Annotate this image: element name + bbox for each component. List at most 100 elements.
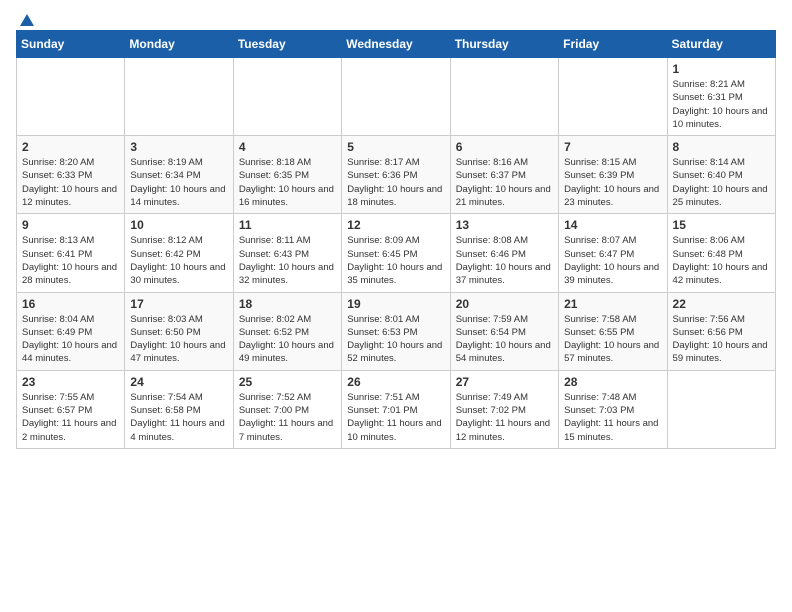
calendar-cell: 26 Sunrise: 7:51 AM Sunset: 7:01 PM Dayli…: [342, 370, 450, 448]
calendar-cell: 20 Sunrise: 7:59 AM Sunset: 6:54 PM Dayli…: [450, 292, 558, 370]
weekday-header-saturday: Saturday: [667, 31, 775, 58]
calendar-cell: 28 Sunrise: 7:48 AM Sunset: 7:03 PM Dayli…: [559, 370, 667, 448]
day-info: Sunrise: 7:55 AM Sunset: 6:57 PM Dayligh…: [22, 391, 119, 444]
logo: [16, 16, 36, 22]
calendar-cell: 25 Sunrise: 7:52 AM Sunset: 7:00 PM Dayli…: [233, 370, 341, 448]
calendar-table: SundayMondayTuesdayWednesdayThursdayFrid…: [16, 30, 776, 449]
weekday-header-thursday: Thursday: [450, 31, 558, 58]
day-number: 2: [22, 140, 119, 154]
day-info: Sunrise: 8:03 AM Sunset: 6:50 PM Dayligh…: [130, 313, 227, 366]
calendar-cell: [17, 58, 125, 136]
day-number: 1: [673, 62, 770, 76]
calendar-cell: 14 Sunrise: 8:07 AM Sunset: 6:47 PM Dayli…: [559, 214, 667, 292]
calendar-cell: 7 Sunrise: 8:15 AM Sunset: 6:39 PM Daylig…: [559, 136, 667, 214]
day-info: Sunrise: 8:20 AM Sunset: 6:33 PM Dayligh…: [22, 156, 119, 209]
calendar-cell: 5 Sunrise: 8:17 AM Sunset: 6:36 PM Daylig…: [342, 136, 450, 214]
day-number: 4: [239, 140, 336, 154]
calendar-cell: [559, 58, 667, 136]
calendar-cell: 17 Sunrise: 8:03 AM Sunset: 6:50 PM Dayli…: [125, 292, 233, 370]
calendar-cell: 9 Sunrise: 8:13 AM Sunset: 6:41 PM Daylig…: [17, 214, 125, 292]
day-number: 24: [130, 375, 227, 389]
calendar-cell: 10Sunrise: 8:12 AM Sunset: 6:42 PM Dayli…: [125, 214, 233, 292]
day-info: Sunrise: 8:09 AM Sunset: 6:45 PM Dayligh…: [347, 234, 444, 287]
day-info: Sunrise: 8:21 AM Sunset: 6:31 PM Dayligh…: [673, 78, 770, 131]
calendar-cell: 3 Sunrise: 8:19 AM Sunset: 6:34 PM Daylig…: [125, 136, 233, 214]
calendar-cell: 23 Sunrise: 7:55 AM Sunset: 6:57 PM Dayli…: [17, 370, 125, 448]
day-number: 9: [22, 218, 119, 232]
calendar-cell: 21 Sunrise: 7:58 AM Sunset: 6:55 PM Dayli…: [559, 292, 667, 370]
calendar-cell: 18 Sunrise: 8:02 AM Sunset: 6:52 PM Dayli…: [233, 292, 341, 370]
day-number: 28: [564, 375, 661, 389]
day-info: Sunrise: 8:01 AM Sunset: 6:53 PM Dayligh…: [347, 313, 444, 366]
calendar-cell: [342, 58, 450, 136]
day-info: Sunrise: 8:04 AM Sunset: 6:49 PM Dayligh…: [22, 313, 119, 366]
day-number: 15: [673, 218, 770, 232]
weekday-header-tuesday: Tuesday: [233, 31, 341, 58]
day-info: Sunrise: 7:48 AM Sunset: 7:03 PM Dayligh…: [564, 391, 661, 444]
day-number: 11: [239, 218, 336, 232]
day-number: 8: [673, 140, 770, 154]
day-info: Sunrise: 8:14 AM Sunset: 6:40 PM Dayligh…: [673, 156, 770, 209]
day-number: 23: [22, 375, 119, 389]
calendar-cell: 24 Sunrise: 7:54 AM Sunset: 6:58 PM Dayli…: [125, 370, 233, 448]
day-number: 16: [22, 297, 119, 311]
calendar-cell: 16 Sunrise: 8:04 AM Sunset: 6:49 PM Dayli…: [17, 292, 125, 370]
day-number: 3: [130, 140, 227, 154]
logo-icon: [18, 12, 36, 30]
weekday-header-friday: Friday: [559, 31, 667, 58]
calendar-cell: 1 Sunrise: 8:21 AM Sunset: 6:31 PM Daylig…: [667, 58, 775, 136]
day-info: Sunrise: 8:19 AM Sunset: 6:34 PM Dayligh…: [130, 156, 227, 209]
day-info: Sunrise: 7:59 AM Sunset: 6:54 PM Dayligh…: [456, 313, 553, 366]
day-number: 18: [239, 297, 336, 311]
day-info: Sunrise: 8:15 AM Sunset: 6:39 PM Dayligh…: [564, 156, 661, 209]
day-number: 12: [347, 218, 444, 232]
day-number: 25: [239, 375, 336, 389]
day-number: 5: [347, 140, 444, 154]
weekday-header-sunday: Sunday: [17, 31, 125, 58]
day-number: 17: [130, 297, 227, 311]
calendar-cell: [450, 58, 558, 136]
calendar-cell: 11 Sunrise: 8:11 AM Sunset: 6:43 PM Dayli…: [233, 214, 341, 292]
day-info: Sunrise: 8:07 AM Sunset: 6:47 PM Dayligh…: [564, 234, 661, 287]
day-info: Sunrise: 7:51 AM Sunset: 7:01 PM Dayligh…: [347, 391, 444, 444]
day-info: Sunrise: 7:56 AM Sunset: 6:56 PM Dayligh…: [673, 313, 770, 366]
calendar-header-row: SundayMondayTuesdayWednesdayThursdayFrid…: [17, 31, 776, 58]
calendar-cell: 22 Sunrise: 7:56 AM Sunset: 6:56 PM Dayli…: [667, 292, 775, 370]
day-info: Sunrise: 8:11 AM Sunset: 6:43 PM Dayligh…: [239, 234, 336, 287]
calendar-cell: 27Sunrise: 7:49 AM Sunset: 7:02 PM Dayli…: [450, 370, 558, 448]
day-number: 13: [456, 218, 553, 232]
calendar-cell: 8 Sunrise: 8:14 AM Sunset: 6:40 PM Daylig…: [667, 136, 775, 214]
day-info: Sunrise: 7:58 AM Sunset: 6:55 PM Dayligh…: [564, 313, 661, 366]
day-number: 14: [564, 218, 661, 232]
calendar-cell: 13Sunrise: 8:08 AM Sunset: 6:46 PM Dayli…: [450, 214, 558, 292]
day-number: 26: [347, 375, 444, 389]
calendar-week-row: 2 Sunrise: 8:20 AM Sunset: 6:33 PM Daylig…: [17, 136, 776, 214]
day-number: 19: [347, 297, 444, 311]
day-info: Sunrise: 8:18 AM Sunset: 6:35 PM Dayligh…: [239, 156, 336, 209]
calendar-week-row: 16 Sunrise: 8:04 AM Sunset: 6:49 PM Dayli…: [17, 292, 776, 370]
calendar-cell: 2 Sunrise: 8:20 AM Sunset: 6:33 PM Daylig…: [17, 136, 125, 214]
day-info: Sunrise: 8:13 AM Sunset: 6:41 PM Dayligh…: [22, 234, 119, 287]
day-number: 7: [564, 140, 661, 154]
calendar-cell: [233, 58, 341, 136]
day-number: 10: [130, 218, 227, 232]
calendar-cell: 6 Sunrise: 8:16 AM Sunset: 6:37 PM Daylig…: [450, 136, 558, 214]
day-info: Sunrise: 8:06 AM Sunset: 6:48 PM Dayligh…: [673, 234, 770, 287]
day-number: 21: [564, 297, 661, 311]
calendar-cell: 15 Sunrise: 8:06 AM Sunset: 6:48 PM Dayli…: [667, 214, 775, 292]
calendar-week-row: 1 Sunrise: 8:21 AM Sunset: 6:31 PM Daylig…: [17, 58, 776, 136]
calendar-cell: 12 Sunrise: 8:09 AM Sunset: 6:45 PM Dayli…: [342, 214, 450, 292]
weekday-header-wednesday: Wednesday: [342, 31, 450, 58]
day-info: Sunrise: 7:52 AM Sunset: 7:00 PM Dayligh…: [239, 391, 336, 444]
day-number: 22: [673, 297, 770, 311]
calendar-cell: [125, 58, 233, 136]
day-info: Sunrise: 8:17 AM Sunset: 6:36 PM Dayligh…: [347, 156, 444, 209]
page-header: [16, 16, 776, 22]
day-info: Sunrise: 8:16 AM Sunset: 6:37 PM Dayligh…: [456, 156, 553, 209]
day-number: 6: [456, 140, 553, 154]
day-number: 20: [456, 297, 553, 311]
day-info: Sunrise: 8:02 AM Sunset: 6:52 PM Dayligh…: [239, 313, 336, 366]
calendar-cell: 4 Sunrise: 8:18 AM Sunset: 6:35 PM Daylig…: [233, 136, 341, 214]
day-info: Sunrise: 7:54 AM Sunset: 6:58 PM Dayligh…: [130, 391, 227, 444]
calendar-week-row: 23 Sunrise: 7:55 AM Sunset: 6:57 PM Dayli…: [17, 370, 776, 448]
